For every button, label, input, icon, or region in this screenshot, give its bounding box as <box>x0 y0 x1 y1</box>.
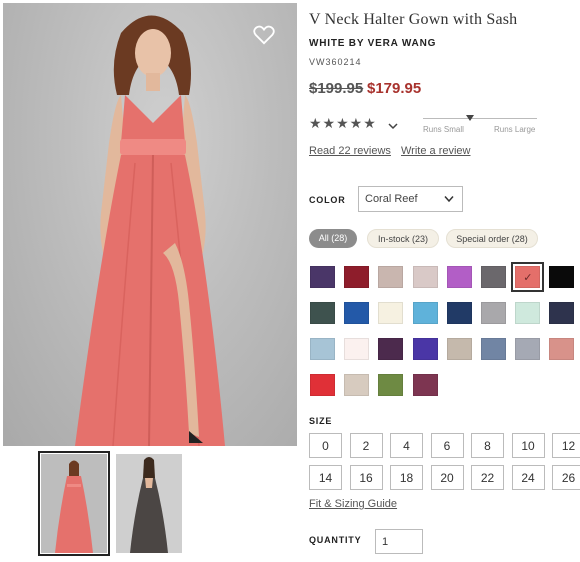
color-swatch[interactable] <box>344 266 370 288</box>
color-swatch[interactable] <box>378 338 404 360</box>
color-swatch[interactable] <box>310 266 335 288</box>
thumbnail-front[interactable] <box>38 451 110 556</box>
product-main-image[interactable] <box>3 3 297 446</box>
size-option-22[interactable]: 22 <box>471 465 504 490</box>
color-swatch[interactable] <box>378 374 404 396</box>
filter-in-stock[interactable]: In-stock (23) <box>367 229 439 248</box>
chevron-down-icon <box>444 196 454 203</box>
color-swatch[interactable] <box>412 302 438 324</box>
size-label: SIZE <box>309 416 333 426</box>
color-swatch[interactable] <box>446 302 472 324</box>
star-rating[interactable]: ★★★★★ <box>309 115 377 132</box>
write-review-link[interactable]: Write a review <box>401 145 470 157</box>
color-swatch[interactable] <box>344 338 370 360</box>
color-swatch[interactable] <box>515 302 541 324</box>
color-swatch[interactable] <box>378 302 404 324</box>
size-option-10[interactable]: 10 <box>511 433 545 458</box>
thumbnail-back[interactable] <box>116 454 182 553</box>
size-option-2[interactable]: 2 <box>349 433 383 458</box>
filter-all[interactable]: All (28) <box>309 229 357 248</box>
size-option-8[interactable]: 8 <box>471 433 504 458</box>
quantity-label: QUANTITY <box>309 535 362 545</box>
color-swatch[interactable]: ✓ <box>511 262 545 292</box>
fit-sizing-guide-link[interactable]: Fit & Sizing Guide <box>309 498 397 510</box>
color-swatch[interactable] <box>310 338 335 360</box>
fit-label-small: Runs Small <box>423 125 464 134</box>
color-swatch[interactable] <box>446 338 472 360</box>
color-swatch[interactable] <box>412 338 438 360</box>
color-swatch[interactable] <box>481 266 506 288</box>
filter-special-order[interactable]: Special order (28) <box>446 229 538 248</box>
quantity-input[interactable] <box>375 529 423 554</box>
favorite-button[interactable] <box>253 25 275 45</box>
product-title: V Neck Halter Gown with Sash <box>309 11 518 28</box>
read-reviews-link[interactable]: Read 22 reviews <box>309 145 391 157</box>
thumbnail-back-illustration <box>116 454 182 553</box>
color-swatch[interactable] <box>549 302 575 324</box>
color-swatch[interactable] <box>412 266 438 288</box>
size-option-12[interactable]: 12 <box>552 433 580 458</box>
color-select-value: Coral Reef <box>365 193 418 205</box>
check-icon: ✓ <box>523 272 533 284</box>
size-option-6[interactable]: 6 <box>430 433 464 458</box>
sale-price: $179.95 <box>367 80 422 97</box>
color-swatch[interactable] <box>344 302 370 324</box>
color-swatch[interactable] <box>310 302 335 324</box>
color-swatch[interactable] <box>515 338 541 360</box>
size-option-16[interactable]: 16 <box>349 465 383 490</box>
size-option-14[interactable]: 14 <box>309 465 342 490</box>
color-swatch[interactable] <box>412 374 438 396</box>
model-in-gown-illustration <box>75 15 225 446</box>
thumbnail-front-illustration <box>41 454 107 553</box>
fit-scale-track <box>423 118 537 119</box>
color-swatch[interactable] <box>344 374 370 396</box>
heart-icon <box>253 25 275 45</box>
chevron-down-icon <box>388 123 398 130</box>
size-option-0[interactable]: 0 <box>309 433 342 458</box>
size-option-4[interactable]: 4 <box>390 433 423 458</box>
color-swatch[interactable] <box>549 266 575 288</box>
original-price: $199.95 <box>309 80 364 97</box>
color-select[interactable]: Coral Reef <box>358 186 463 212</box>
size-option-20[interactable]: 20 <box>430 465 464 490</box>
rating-dropdown-button[interactable] <box>388 118 398 130</box>
product-sku: VW360214 <box>309 57 362 67</box>
size-option-24[interactable]: 24 <box>511 465 545 490</box>
color-swatch[interactable] <box>481 338 506 360</box>
fit-label-large: Runs Large <box>494 125 536 134</box>
color-label: COLOR <box>309 195 346 205</box>
color-swatch[interactable] <box>549 338 575 360</box>
size-option-18[interactable]: 18 <box>390 465 423 490</box>
color-swatch[interactable] <box>446 266 472 288</box>
fit-scale-marker <box>466 115 474 121</box>
brand-name[interactable]: WHITE BY VERA WANG <box>309 38 436 49</box>
color-swatch[interactable] <box>310 374 335 396</box>
color-swatch[interactable] <box>378 266 404 288</box>
color-swatch[interactable] <box>481 302 506 324</box>
size-option-26[interactable]: 26 <box>552 465 580 490</box>
